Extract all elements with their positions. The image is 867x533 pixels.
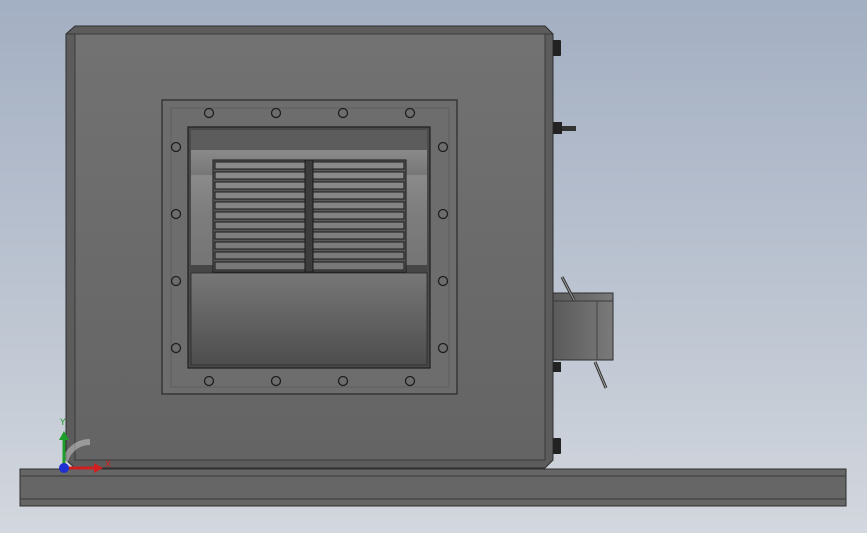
z-axis-dot	[59, 463, 69, 473]
graphics-viewport[interactable]: Y X	[0, 0, 867, 533]
base-rail	[19, 468, 847, 507]
model-view[interactable]: Y X	[0, 0, 867, 533]
x-axis-label: X	[105, 460, 111, 470]
impeller-blades	[212, 159, 407, 273]
side-fittings	[553, 40, 576, 454]
side-outlet[interactable]	[552, 276, 614, 389]
y-axis-label: Y	[59, 418, 66, 428]
